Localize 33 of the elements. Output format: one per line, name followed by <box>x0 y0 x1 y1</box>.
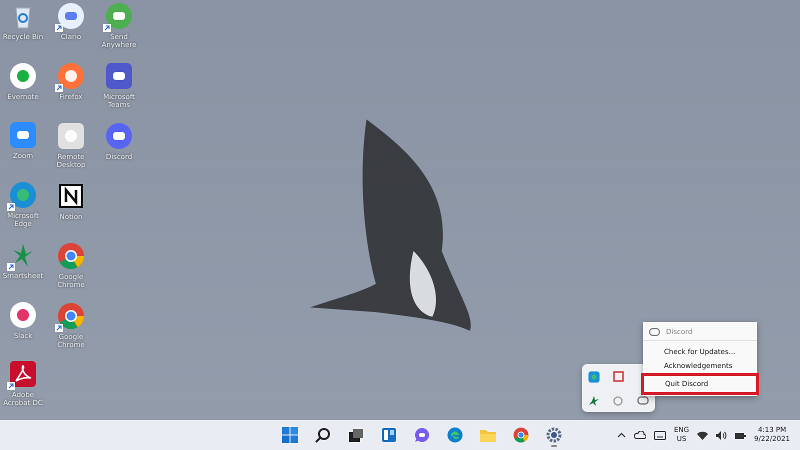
cloud-icon[interactable] <box>634 431 646 439</box>
controller-icon[interactable] <box>636 396 649 405</box>
app-icon <box>9 62 37 90</box>
snip-icon[interactable] <box>612 371 624 382</box>
app-icon <box>57 2 85 30</box>
task-view-icon[interactable] <box>349 428 363 442</box>
app-icon <box>57 62 85 90</box>
chrome-icon <box>513 427 529 443</box>
app-icon <box>57 122 85 150</box>
chevron-up-icon[interactable] <box>617 432 626 438</box>
edge-icon[interactable] <box>447 427 463 443</box>
app-icon <box>588 370 600 382</box>
chrome-icon <box>57 242 85 270</box>
app-icon <box>105 62 133 90</box>
app-icon <box>9 360 37 388</box>
app-icon <box>57 182 85 210</box>
keyboard-icon[interactable] <box>654 430 666 440</box>
app-icon <box>9 181 37 210</box>
chat-icon[interactable] <box>414 427 430 443</box>
wifi-icon[interactable] <box>697 430 708 440</box>
battery-icon[interactable] <box>735 430 746 440</box>
leaf-icon[interactable] <box>589 396 600 406</box>
app-icon <box>105 2 133 30</box>
settings-icon[interactable] <box>546 427 562 443</box>
chrome-icon <box>57 302 85 330</box>
search-icon[interactable] <box>315 427 331 443</box>
app-icon <box>9 300 37 329</box>
app-icon <box>105 122 133 150</box>
windows-start-icon[interactable] <box>282 427 298 443</box>
app-icon <box>9 121 37 150</box>
widgets-icon[interactable] <box>381 427 397 443</box>
controller-icon <box>649 328 660 336</box>
speaker-icon[interactable] <box>716 430 728 440</box>
